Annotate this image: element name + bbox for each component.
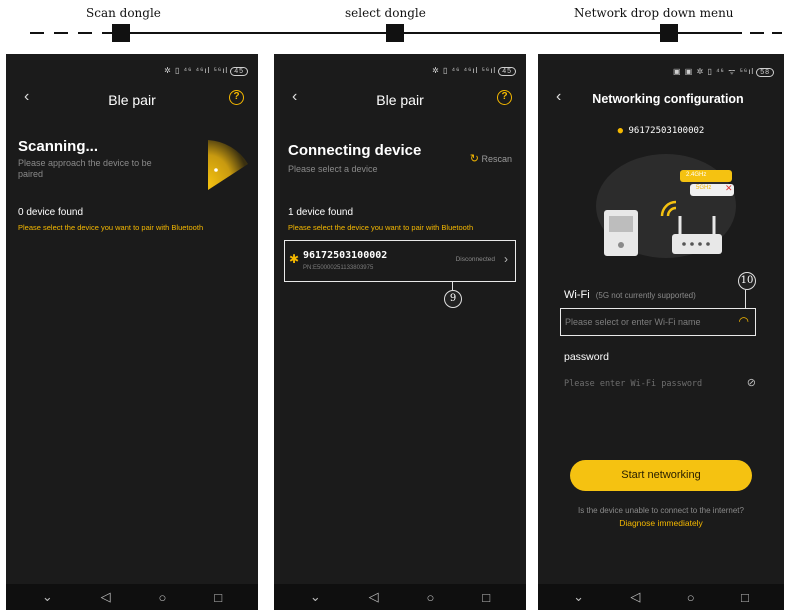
status-bar: ▣ ▣ ✲ ▯ ⁴⁶ ᯤ ⁵⁶ıl 58 — [673, 66, 774, 77]
device-dot-icon: ● — [617, 126, 624, 136]
page-title: Ble pair — [108, 92, 156, 108]
diagnose-link[interactable]: Diagnose immediately — [538, 518, 784, 528]
bubble-24ghz: 2.4GHz — [686, 172, 707, 178]
router-device-illustration — [596, 154, 736, 258]
nav-back-icon[interactable]: ◁ — [369, 589, 379, 605]
nav-recents-icon[interactable]: □ — [741, 590, 749, 605]
system-nav-bar: ⌄ ◁ ○ □ — [6, 584, 258, 610]
timeline-dash — [78, 32, 92, 34]
device-count: 1 device found — [288, 207, 354, 218]
password-input[interactable]: Please enter Wi-Fi password ⊘ — [564, 376, 756, 394]
close-icon: ✕ — [725, 183, 733, 193]
refresh-icon: ↻ — [469, 153, 479, 165]
timeline-dash — [54, 32, 68, 34]
password-label: password — [564, 351, 609, 363]
radar-scan-icon — [208, 140, 248, 190]
nav-home-icon[interactable]: ○ — [687, 590, 695, 605]
nav-home-icon[interactable]: ○ — [159, 590, 167, 605]
nav-back-icon[interactable]: ◁ — [101, 589, 111, 605]
status-bar: ✲ ▯ ⁴⁶ ⁴⁶ıl ⁵⁶ıl 45 — [164, 66, 248, 76]
status-bar: ✲ ▯ ⁴⁶ ⁴⁶ıl ⁵⁶ıl 45 — [432, 66, 516, 76]
timeline-node-scan — [112, 24, 130, 42]
timeline-dash — [750, 32, 764, 34]
connecting-heading: Connecting device — [288, 142, 422, 159]
bubble-5ghz: 5GHz — [696, 185, 712, 191]
caption-network-menu: Network drop down menu — [574, 6, 734, 20]
rescan-button[interactable]: ↻ Rescan — [470, 152, 512, 165]
caption-scan-dongle: Scan dongle — [86, 6, 161, 20]
chevron-right-icon: › — [504, 252, 508, 266]
timeline-node-network — [660, 24, 678, 42]
timeline — [30, 24, 782, 42]
nav-recents-icon[interactable]: □ — [482, 590, 490, 605]
timeline-line — [102, 32, 742, 34]
pair-hint: Please select the device you want to pai… — [18, 223, 204, 232]
page-title: Networking configuration — [592, 92, 744, 106]
device-status: Disconnected — [455, 256, 495, 263]
trouble-text: Is the device unable to connect to the i… — [578, 506, 744, 515]
timeline-node-select — [386, 24, 404, 42]
timeline-dash — [30, 32, 44, 34]
wifi-label-row: Wi-Fi (5G not currently supported) — [564, 289, 696, 301]
callout-leader — [745, 290, 746, 308]
caption-select-dongle: select dongle — [345, 6, 426, 20]
system-nav-bar: ⌄ ◁ ○ □ — [274, 584, 526, 610]
nav-recents-icon[interactable]: □ — [214, 590, 222, 605]
help-icon[interactable]: ? — [229, 90, 244, 105]
wifi-name-input[interactable]: Please select or enter Wi-Fi name ◠ — [560, 308, 756, 336]
nav-down-icon[interactable]: ⌄ — [310, 589, 321, 605]
phone-scan-screen: ✲ ▯ ⁴⁶ ⁴⁶ıl ⁵⁶ıl 45 ‹ Ble pair ? Scanning… — [6, 54, 258, 610]
callout-leader — [452, 282, 453, 290]
connecting-subtitle: Please select a device — [288, 164, 378, 174]
device-count: 0 device found — [18, 207, 84, 218]
device-list-item[interactable]: ✱ 96172503100002 PN:E50000251133803975 D… — [284, 240, 516, 282]
device-pn: PN:E50000251133803975 — [303, 265, 374, 271]
wifi-note: (5G not currently supported) — [595, 291, 696, 300]
system-nav-bar: ⌄ ◁ ○ □ — [538, 584, 784, 610]
pair-hint: Please select the device you want to pai… — [288, 223, 474, 232]
password-placeholder: Please enter Wi-Fi password — [564, 379, 703, 389]
callout-9: 9 — [444, 290, 462, 308]
phone-network-screen: ▣ ▣ ✲ ▯ ⁴⁶ ᯤ ⁵⁶ıl 58 ‹ Networking configu… — [538, 54, 784, 610]
bluetooth-icon: ✱ — [289, 252, 300, 266]
timeline-dash — [772, 32, 782, 34]
nav-down-icon[interactable]: ⌄ — [42, 589, 53, 605]
scanning-subtitle: Please approach the device to be paired — [18, 158, 152, 179]
page-title: Ble pair — [376, 92, 424, 108]
scanning-heading: Scanning... — [18, 138, 99, 155]
device-name: 96172503100002 — [303, 250, 388, 261]
callout-10: 10 — [738, 272, 756, 290]
wifi-icon[interactable]: ◠ — [739, 314, 749, 328]
nav-back-icon[interactable]: ◁ — [630, 589, 640, 605]
start-networking-button[interactable]: Start networking — [570, 460, 752, 491]
device-id-row: ● 96172503100002 — [617, 126, 705, 136]
phone-select-screen: ✲ ▯ ⁴⁶ ⁴⁶ıl ⁵⁶ıl 45 ‹ Ble pair ? Connecti… — [274, 54, 526, 610]
wifi-placeholder: Please select or enter Wi-Fi name — [565, 317, 701, 327]
nav-down-icon[interactable]: ⌄ — [573, 589, 584, 605]
help-icon[interactable]: ? — [497, 90, 512, 105]
nav-home-icon[interactable]: ○ — [427, 590, 435, 605]
eye-off-icon[interactable]: ⊘ — [747, 376, 756, 389]
